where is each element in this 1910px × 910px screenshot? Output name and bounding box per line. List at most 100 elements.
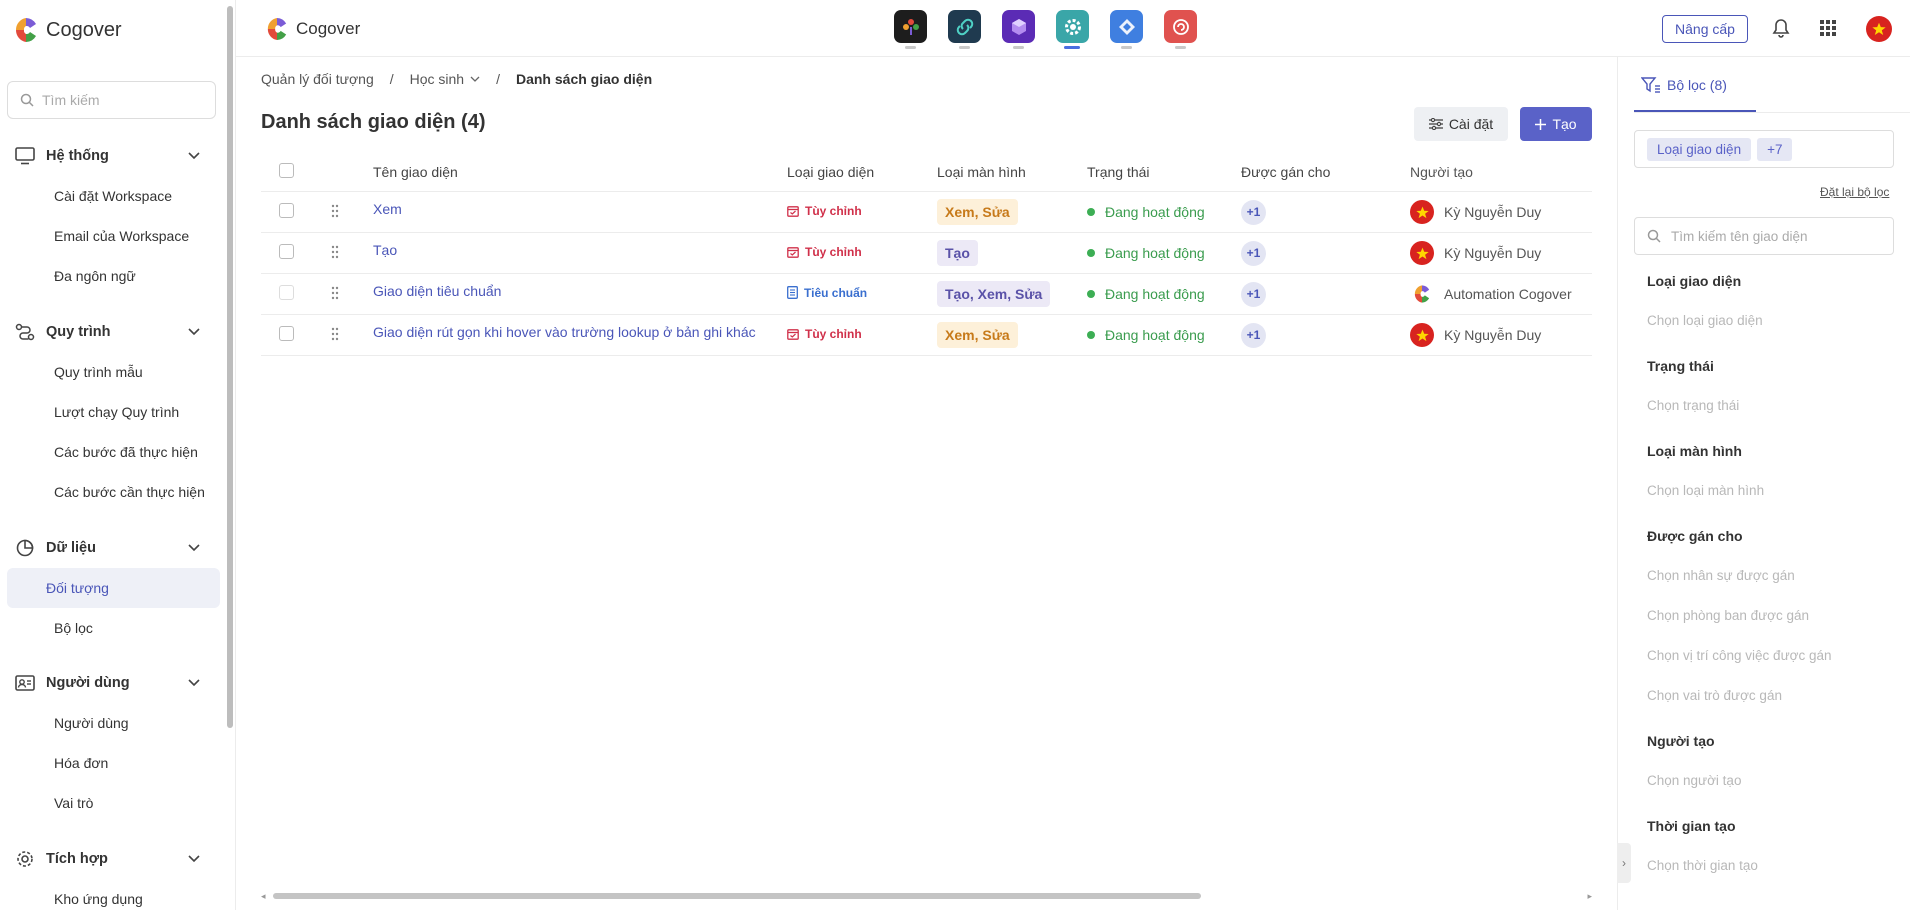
table-row[interactable]: Tạo Tùy chỉnh Tạo Đang hoạt động +1 Kỳ N… (261, 233, 1592, 274)
sidebar-item-workflow-runs[interactable]: Lượt chạy Quy trình (8, 392, 220, 432)
sidebar-item-users[interactable]: Người dùng (8, 703, 220, 743)
sidebar-item-app-store[interactable]: Kho ứng dụng (8, 879, 220, 910)
drag-handle-icon[interactable] (331, 286, 339, 303)
sidebar-item-invoices[interactable]: Hóa đơn (8, 743, 220, 783)
bell-icon[interactable] (1772, 18, 1790, 43)
active-filter-chips[interactable]: Loại giao diện +7 (1634, 130, 1894, 168)
drag-handle-icon[interactable] (331, 327, 339, 344)
col-header-type[interactable]: Loại giao diện (787, 164, 937, 180)
workspace-logo[interactable]: Cogover (266, 16, 360, 42)
filter-option-select[interactable]: Chọn nhân sự được gán (1647, 568, 1897, 588)
filter-search-input[interactable]: Tìm kiếm tên giao diện (1634, 217, 1894, 255)
cogover-logo-icon (267, 18, 287, 40)
layout-name-link[interactable]: Tạo (373, 242, 787, 258)
status-badge: Đang hoạt động (1087, 286, 1241, 302)
filter-icon (1641, 77, 1660, 93)
tree-app-icon[interactable] (894, 10, 927, 49)
filter-chip-more[interactable]: +7 (1757, 137, 1793, 161)
filter-option-select[interactable]: Chọn phòng ban được gán (1647, 608, 1897, 628)
sidebar-search-placeholder: Tìm kiếm (42, 92, 100, 108)
row-checkbox[interactable] (279, 244, 294, 259)
assigned-count-badge[interactable]: +1 (1241, 322, 1266, 348)
layout-name-link[interactable]: Xem (373, 201, 787, 217)
breadcrumb-item-object-management[interactable]: Quản lý đối tượng (261, 71, 374, 87)
drag-handle-icon[interactable] (331, 245, 339, 262)
assigned-count-badge[interactable]: +1 (1241, 199, 1266, 225)
sidebar-item-steps-todo[interactable]: Các bước cần thực hiện (8, 472, 220, 512)
drag-handle-icon[interactable] (331, 204, 339, 221)
filter-chip[interactable]: Loại giao diện (1647, 137, 1752, 161)
settings-app-icon[interactable] (1050, 5, 1095, 50)
sidebar-item-roles[interactable]: Vai trò (8, 783, 220, 823)
diamond-app-icon[interactable] (1110, 10, 1143, 49)
chevron-down-icon[interactable] (188, 540, 200, 556)
upgrade-button[interactable]: Nâng cấp (1662, 15, 1748, 43)
create-button[interactable]: Tạo (1520, 107, 1592, 141)
sidebar-scrollbar[interactable] (227, 6, 233, 728)
select-all-checkbox[interactable] (279, 162, 294, 178)
col-header-name[interactable]: Tên giao diện (373, 164, 787, 180)
sidebar-group-head-data[interactable]: Dữ liệu (0, 528, 228, 568)
table-row[interactable]: Xem Tùy chỉnh Xem, Sửa Đang hoạt động +1… (261, 192, 1592, 233)
filter-option-select[interactable]: Chọn loại màn hình (1647, 483, 1897, 503)
filter-option-select[interactable]: Chọn vị trí công việc được gán (1647, 648, 1897, 668)
document-list-icon (787, 286, 798, 300)
filter-section-title: Loại màn hình (1647, 443, 1742, 459)
app-grid-icon[interactable] (1820, 20, 1836, 41)
scroll-left-icon[interactable]: ◂ (261, 891, 266, 902)
col-header-status[interactable]: Trạng thái (1087, 164, 1241, 180)
sidebar-group-head-integration[interactable]: Tích hợp (0, 839, 228, 879)
cube-app-icon[interactable] (1002, 10, 1035, 49)
layout-name-link[interactable]: Giao diện tiêu chuẩn (373, 283, 787, 299)
type-label: Tùy chỉnh (805, 245, 862, 259)
chevron-down-icon[interactable] (188, 675, 200, 691)
sidebar-item-objects[interactable]: Đối tượng (7, 568, 220, 608)
filter-option-select[interactable]: Chọn thời gian tạo (1647, 858, 1897, 878)
sidebar-group-head-workflow[interactable]: Quy trình (0, 312, 228, 352)
table-horizontal-scrollbar[interactable]: ◂ ▸ (261, 891, 1592, 901)
filter-option-select[interactable]: Chọn người tạo (1647, 773, 1897, 793)
scrollbar-thumb[interactable] (273, 893, 1201, 899)
topbar: Cogover Nâng cấp (236, 0, 1910, 57)
user-avatar[interactable] (1866, 16, 1892, 42)
col-header-creator[interactable]: Người tạo (1410, 164, 1592, 180)
sidebar-group-users: Người dùng Người dùng Hóa đơn Vai trò (0, 663, 228, 823)
collapse-panel-button[interactable]: › (1617, 843, 1631, 883)
sidebar-item-workflow-templates[interactable]: Quy trình mẫu (8, 352, 220, 392)
assigned-count-badge[interactable]: +1 (1241, 281, 1266, 307)
chevron-down-icon[interactable] (188, 851, 200, 867)
chevron-down-icon[interactable] (188, 148, 200, 164)
sliders-icon (1428, 118, 1443, 130)
scroll-right-icon[interactable]: ▸ (1587, 891, 1592, 902)
filter-option-select[interactable]: Chọn vai trò được gán (1647, 688, 1897, 708)
col-header-assigned[interactable]: Được gán cho (1241, 164, 1410, 180)
calendar-check-icon (787, 247, 799, 258)
col-header-screen[interactable]: Loại màn hình (937, 164, 1087, 180)
sidebar-item-filters[interactable]: Bộ lọc (8, 608, 220, 648)
sidebar-search-input[interactable]: Tìm kiếm (7, 81, 216, 119)
sidebar-group-system: Hệ thống Cài đặt Workspace Email của Wor… (0, 136, 228, 296)
table-row[interactable]: Giao diện tiêu chuẩn Tiêu chuẩn Tạo, Xem… (261, 274, 1592, 315)
settings-button[interactable]: Cài đặt (1414, 107, 1508, 141)
sidebar-group-head-users[interactable]: Người dùng (0, 663, 228, 703)
filter-tab[interactable]: Bộ lọc (8) (1641, 77, 1727, 93)
filter-option-select[interactable]: Chọn trạng thái (1647, 398, 1897, 418)
chevron-down-icon[interactable] (188, 324, 200, 340)
reset-filter-link[interactable]: Đặt lại bộ lọc (1820, 185, 1889, 199)
support-app-icon[interactable] (1164, 10, 1197, 49)
row-checkbox[interactable] (279, 326, 294, 341)
sidebar-item-workspace-email[interactable]: Email của Workspace (8, 216, 220, 256)
table-row[interactable]: Giao diện rút gọn khi hover vào trường l… (261, 315, 1592, 356)
search-icon (20, 93, 34, 107)
sidebar-item-steps-done[interactable]: Các bước đã thực hiện (8, 432, 220, 472)
sidebar-item-multilanguage[interactable]: Đa ngôn ngữ (8, 256, 220, 296)
sidebar-item-workspace-settings[interactable]: Cài đặt Workspace (8, 176, 220, 216)
row-checkbox[interactable] (279, 203, 294, 218)
sidebar-logo[interactable]: Cogover (14, 16, 122, 44)
assigned-count-badge[interactable]: +1 (1241, 240, 1266, 266)
sidebar-group-head-system[interactable]: Hệ thống (0, 136, 228, 176)
breadcrumb-item-students[interactable]: Học sinh (410, 71, 480, 87)
filter-option-select[interactable]: Chọn loại giao diện (1647, 313, 1897, 333)
layout-name-link[interactable]: Giao diện rút gọn khi hover vào trường l… (373, 324, 787, 340)
link-app-icon[interactable] (948, 10, 981, 49)
